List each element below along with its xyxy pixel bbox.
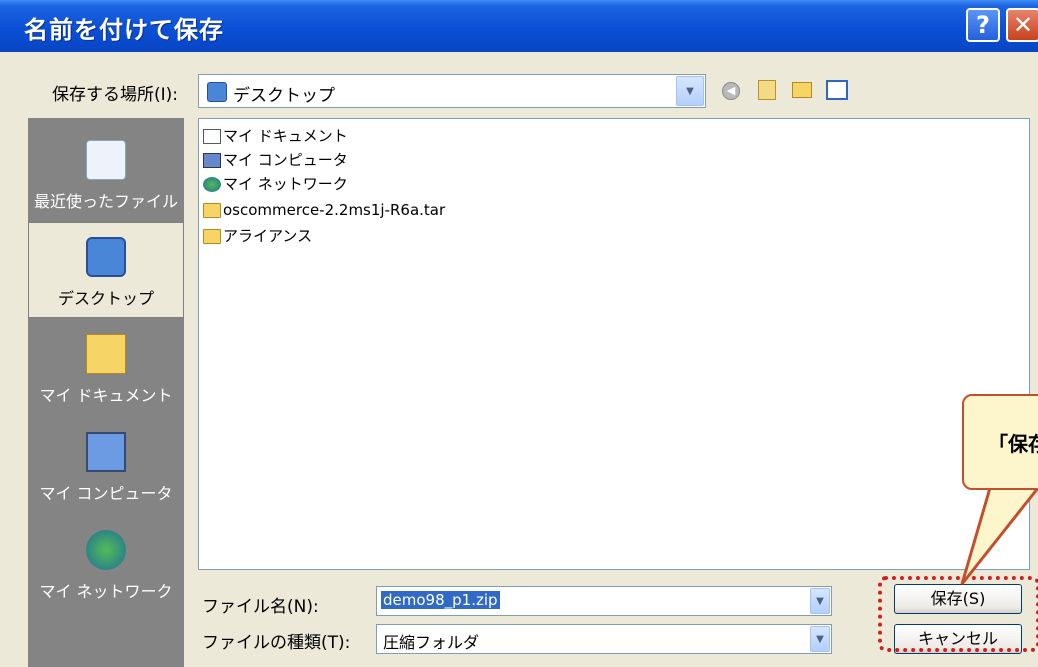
recent-icon — [86, 140, 126, 180]
filename-field[interactable]: demo98_p1.zip ▼ — [376, 586, 832, 616]
window-title: 名前を付けて保存 — [24, 16, 224, 44]
toolbar: ◀ — [722, 78, 862, 108]
list-item[interactable]: マイ コンピュータ — [203, 149, 348, 171]
desktop-icon — [86, 237, 126, 277]
save-in-value: デスクトップ — [233, 86, 335, 106]
chevron-down-icon[interactable]: ▼ — [676, 76, 704, 106]
up-folder-icon[interactable] — [758, 80, 776, 100]
list-item[interactable]: マイ ネットワーク — [203, 173, 348, 195]
file-name: マイ コンピュータ — [223, 151, 348, 169]
chevron-down-icon[interactable]: ▼ — [810, 626, 830, 652]
my-network-icon — [86, 530, 126, 570]
place-label: マイ ドキュメント — [39, 386, 173, 405]
list-item[interactable]: マイ ドキュメント — [203, 125, 348, 147]
place-my-documents[interactable]: マイ ドキュメント — [28, 320, 184, 416]
new-folder-icon[interactable] — [792, 82, 812, 98]
filetype-select[interactable]: 圧縮フォルダ ▼ — [376, 624, 832, 654]
file-name: マイ ネットワーク — [223, 175, 348, 193]
folder-icon — [203, 203, 221, 218]
place-my-network[interactable]: マイ ネットワーク — [28, 516, 184, 612]
place-recent[interactable]: 最近使ったファイル — [28, 126, 184, 222]
filetype-label: ファイルの種類(T): — [202, 633, 351, 653]
my-documents-icon — [86, 334, 126, 374]
list-item[interactable]: アライアンス — [203, 225, 312, 247]
file-name: oscommerce-2.2ms1j-R6a.tar — [223, 201, 446, 219]
view-menu-icon[interactable] — [826, 80, 848, 100]
my-computer-icon — [86, 432, 126, 472]
place-label: デスクトップ — [57, 289, 154, 308]
file-list[interactable]: マイ ドキュメント マイ コンピュータ マイ ネットワーク oscommerce… — [198, 118, 1030, 570]
documents-folder-icon — [203, 129, 221, 144]
place-desktop[interactable]: デスクトップ — [28, 222, 184, 318]
callout-pointer — [960, 486, 1038, 585]
title-bar[interactable]: 名前を付けて保存 ? ✕ — [0, 0, 1038, 52]
place-my-computer[interactable]: マイ コンピュータ — [28, 418, 184, 514]
save-in-dropdown[interactable]: デスクトップ ▼ — [198, 74, 706, 108]
chevron-down-icon[interactable]: ▼ — [810, 588, 830, 614]
place-label: マイ ネットワーク — [39, 582, 173, 601]
desktop-small-icon — [207, 82, 227, 102]
place-label: 最近使ったファイル — [33, 192, 178, 211]
network-icon — [203, 177, 221, 192]
place-label: マイ コンピュータ — [39, 484, 173, 503]
filename-label: ファイル名(N): — [202, 597, 319, 617]
close-button[interactable]: ✕ — [1006, 8, 1038, 42]
filename-value: demo98_p1.zip — [381, 591, 500, 609]
file-name: マイ ドキュメント — [223, 127, 348, 145]
back-icon[interactable]: ◀ — [722, 82, 740, 100]
callout-text: 「保存 — [988, 432, 1038, 456]
folder-icon — [203, 229, 221, 244]
file-name: アライアンス — [223, 227, 313, 245]
save-button-highlight — [878, 576, 1038, 652]
list-item[interactable]: oscommerce-2.2ms1j-R6a.tar — [203, 199, 445, 221]
filetype-value: 圧縮フォルダ — [383, 633, 480, 652]
places-bar: 最近使ったファイル デスクトップ マイ ドキュメント マイ コンピュータ マイ … — [28, 118, 184, 667]
save-in-label: 保存する場所(I): — [52, 85, 179, 105]
computer-icon — [203, 153, 221, 168]
help-button[interactable]: ? — [966, 8, 1000, 42]
